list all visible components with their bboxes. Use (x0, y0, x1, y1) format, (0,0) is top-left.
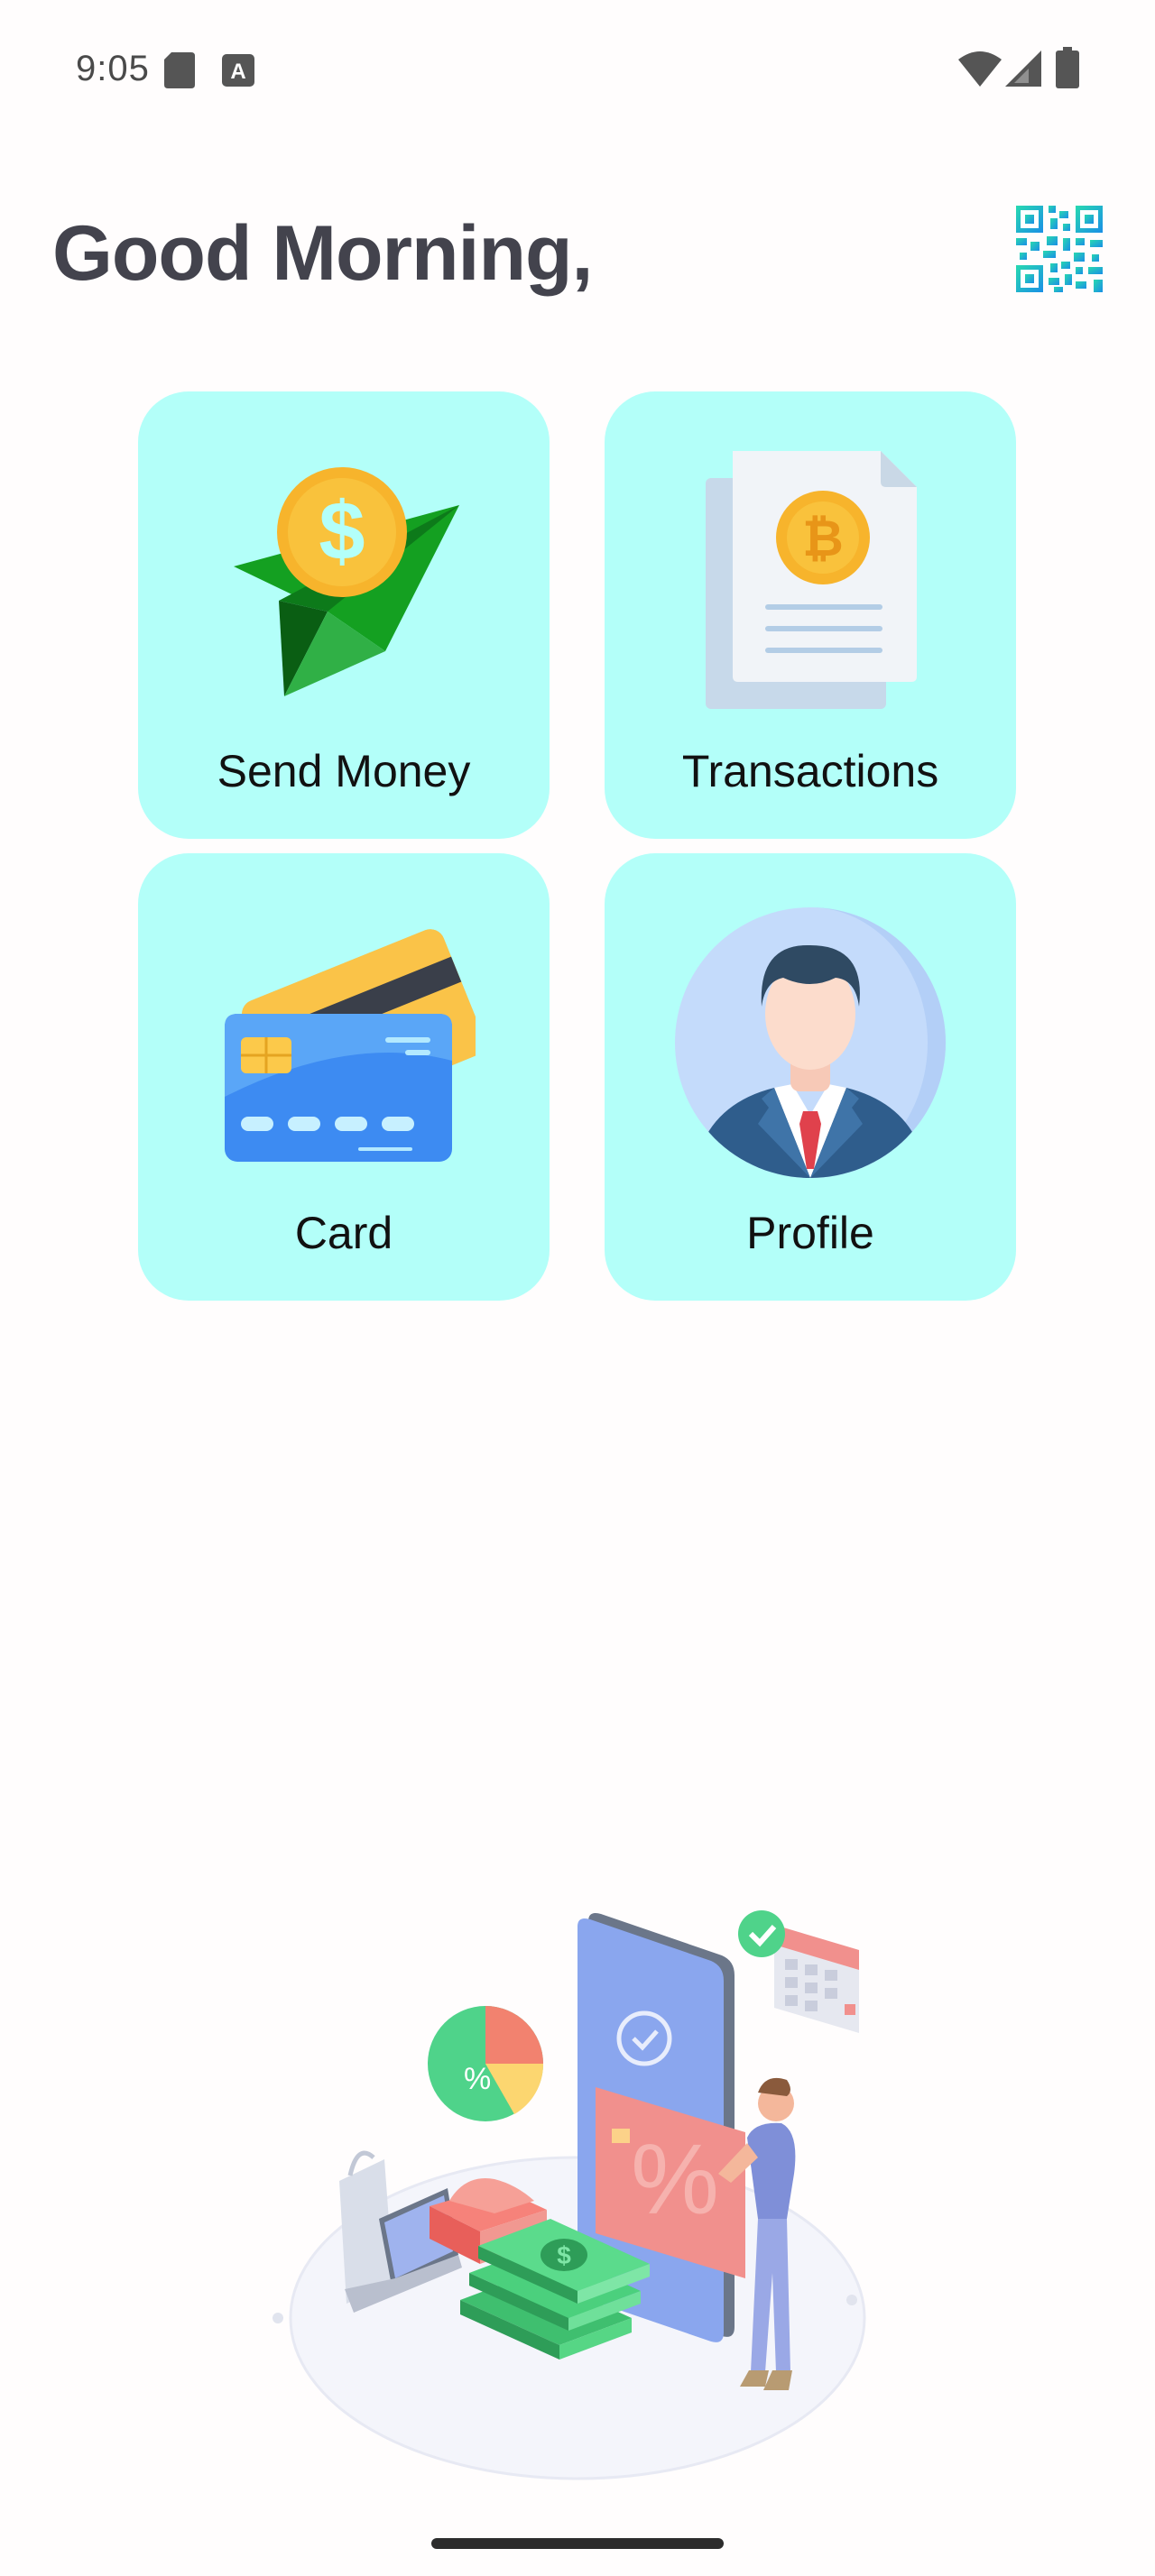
wifi-icon (958, 51, 1002, 87)
send-money-icon: $ (234, 467, 459, 696)
greeting-title: Good Morning, (52, 210, 593, 297)
sd-card-icon (164, 52, 195, 88)
mobile-payment-illustration: % % $ (273, 1910, 866, 2480)
svg-text:$: $ (319, 485, 365, 577)
transactions-document-icon: ₿ (706, 451, 917, 709)
battery-icon (1056, 47, 1079, 88)
svg-text:₿: ₿ (802, 510, 844, 566)
tile-send-money[interactable]: $ Send Money (138, 391, 550, 839)
svg-text:A: A (230, 60, 245, 84)
signal-icon (1005, 51, 1041, 87)
svg-text:%: % (464, 2062, 491, 2096)
tile-profile[interactable]: Profile (605, 853, 1016, 1301)
status-bar: 9:05 A (0, 0, 1155, 135)
tile-label-profile: Profile (746, 1208, 874, 1258)
tile-transactions[interactable]: ₿ Transactions (605, 391, 1016, 839)
home-screen: 9:05 A Good Morning, $ Send Money ₿ Tran… (0, 0, 1155, 2576)
tile-label-transactions: Transactions (681, 746, 939, 796)
profile-avatar-icon (675, 907, 946, 1178)
qr-code-button[interactable] (1016, 206, 1103, 292)
home-indicator[interactable] (431, 2538, 724, 2549)
credit-card-icon (225, 929, 476, 1162)
status-time: 9:05 (76, 49, 150, 88)
keyboard-a-icon: A (222, 54, 254, 87)
tile-label-send-money: Send Money (217, 746, 471, 796)
svg-text:%: % (631, 2124, 719, 2235)
tile-label-card: Card (294, 1208, 393, 1258)
svg-text:$: $ (557, 2241, 571, 2269)
qr-code-icon (1016, 206, 1103, 292)
tile-card[interactable]: Card (138, 853, 550, 1301)
